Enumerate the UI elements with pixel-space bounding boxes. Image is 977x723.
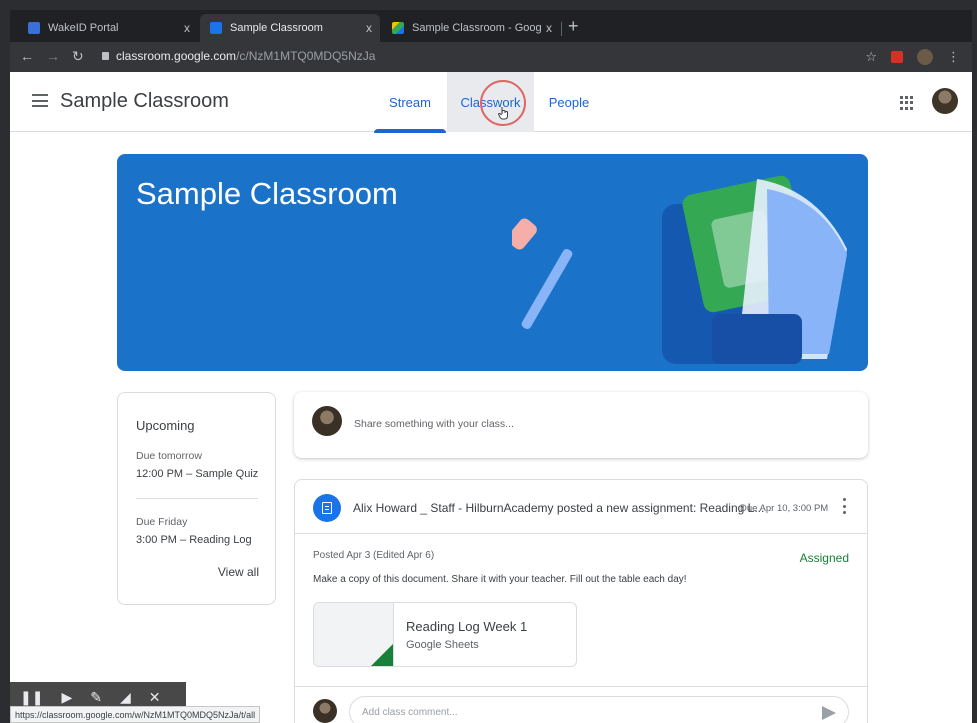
- back-arrow-icon[interactable]: ←: [20, 48, 34, 64]
- assignment-icon: [313, 494, 341, 522]
- upcoming-item-reading-log[interactable]: 3:00 PM – Reading Log: [136, 534, 252, 546]
- comment-divider: [295, 686, 867, 687]
- class-title[interactable]: Sample Classroom: [60, 90, 229, 113]
- wakeid-favicon-icon: [28, 22, 40, 34]
- url-path: /c/NzM1MTQ0MDQ5NzJa: [236, 49, 376, 63]
- upcoming-divider: [136, 498, 258, 499]
- attachment-type: Google Sheets: [406, 639, 479, 651]
- tab-title: WakeID Portal: [48, 22, 119, 34]
- view-all-link[interactable]: View all: [218, 565, 259, 579]
- post-divider: [295, 533, 867, 534]
- pause-icon[interactable]: ❚❚: [20, 689, 43, 706]
- url-field[interactable]: classroom.google.com/c/NzM1MTQ0MDQ5NzJa: [116, 49, 375, 63]
- status-badge: Assigned: [799, 551, 849, 565]
- upcoming-due-label: Due tomorrow: [136, 450, 202, 462]
- class-banner: Sample Classroom: [117, 154, 868, 371]
- post-description: Make a copy of this document. Share it w…: [313, 574, 687, 585]
- pen-icon[interactable]: ✎: [90, 689, 102, 706]
- user-avatar: [312, 406, 342, 436]
- link-status-bar: https://classroom.google.com/w/NzM1MTQ0M…: [10, 706, 261, 723]
- new-tab-icon[interactable]: +: [568, 16, 579, 37]
- account-avatar[interactable]: [932, 88, 958, 114]
- attachment-card[interactable]: Reading Log Week 1 Google Sheets: [313, 602, 577, 667]
- reload-icon[interactable]: ↻: [72, 48, 84, 65]
- address-bar: ← → ↻ classroom.google.com/c/NzM1MTQ0MDQ…: [10, 42, 972, 72]
- close-tab-icon[interactable]: x: [546, 21, 552, 35]
- tab-title: Sample Classroom - Google Driv: [412, 22, 542, 34]
- profile-avatar[interactable]: [917, 49, 933, 65]
- hamburger-menu-icon[interactable]: [32, 94, 48, 107]
- extension-icon[interactable]: [891, 51, 903, 63]
- url-host: classroom.google.com: [116, 49, 237, 63]
- upcoming-title: Upcoming: [136, 418, 195, 433]
- upcoming-card: Upcoming Due tomorrow 12:00 PM – Sample …: [117, 392, 276, 605]
- tab-title: Sample Classroom: [230, 22, 323, 34]
- send-icon[interactable]: [822, 706, 836, 720]
- google-apps-icon[interactable]: [900, 96, 914, 110]
- post-due-date: Due Apr 10, 3:00 PM: [740, 503, 829, 514]
- browser-tab-wakeid[interactable]: WakeID Portal x: [18, 14, 198, 42]
- bookmark-star-icon[interactable]: ☆: [865, 49, 877, 65]
- browser-tab-classroom[interactable]: Sample Classroom x: [200, 14, 380, 42]
- tab-divider: [561, 22, 562, 36]
- close-tab-icon[interactable]: x: [184, 21, 190, 35]
- sheets-thumbnail-icon: [314, 603, 394, 666]
- comment-input[interactable]: Add class comment...: [349, 696, 849, 723]
- share-box[interactable]: Share something with your class...: [294, 392, 868, 458]
- close-icon[interactable]: ✕: [149, 689, 161, 706]
- browser-tab-bar: WakeID Portal x Sample Classroom x Sampl…: [10, 10, 972, 42]
- backpack-illustration-icon: [512, 175, 847, 364]
- drive-favicon-icon: [392, 22, 404, 34]
- play-icon[interactable]: ▶: [61, 689, 72, 706]
- lock-icon: [102, 52, 109, 60]
- triangle-icon[interactable]: ◢: [120, 689, 131, 706]
- assignment-post: Alix Howard _ Staff - HilburnAcademy pos…: [294, 479, 868, 723]
- classroom-page: Sample Classroom Stream Classwork People…: [10, 72, 972, 723]
- attachment-name: Reading Log Week 1: [406, 619, 528, 634]
- forward-arrow-icon[interactable]: →: [46, 48, 60, 64]
- app-header: Sample Classroom Stream Classwork People: [10, 72, 972, 133]
- banner-title: Sample Classroom: [136, 176, 398, 211]
- post-meta: Posted Apr 3 (Edited Apr 6): [313, 550, 435, 561]
- classroom-favicon-icon: [210, 22, 222, 34]
- tab-stream[interactable]: Stream: [374, 72, 446, 133]
- browser-tab-drive[interactable]: Sample Classroom - Google Driv x: [382, 14, 560, 42]
- hand-cursor-icon: [498, 107, 508, 120]
- more-options-icon[interactable]: [843, 498, 847, 514]
- comment-placeholder: Add class comment...: [362, 707, 458, 718]
- tab-people[interactable]: People: [534, 72, 604, 132]
- close-tab-icon[interactable]: x: [366, 21, 372, 35]
- browser-menu-icon[interactable]: ⋮: [947, 49, 960, 65]
- post-header[interactable]: Alix Howard _ Staff - HilburnAcademy pos…: [353, 501, 764, 515]
- upcoming-due-label: Due Friday: [136, 516, 188, 528]
- user-avatar: [313, 699, 337, 723]
- upcoming-item-quiz[interactable]: 12:00 PM – Sample Quiz: [136, 468, 258, 480]
- share-placeholder: Share something with your class...: [354, 418, 514, 430]
